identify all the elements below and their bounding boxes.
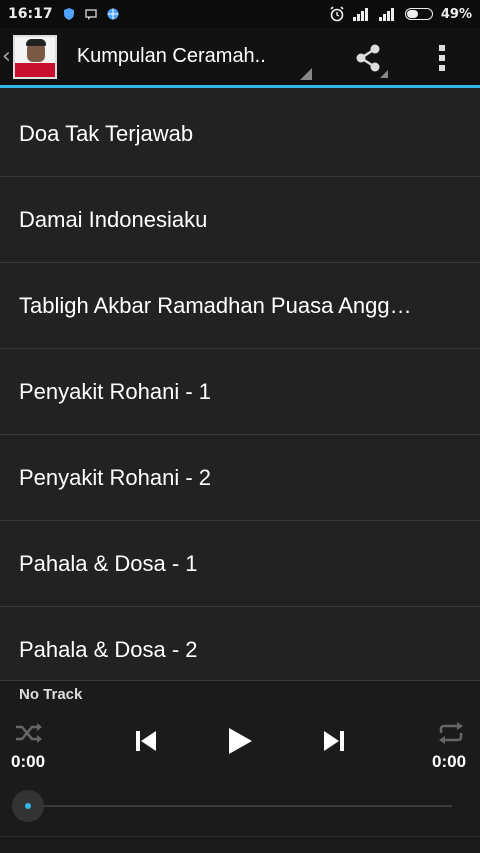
share-dropdown-corner-icon (380, 70, 388, 78)
duration-time: 0:00 (432, 752, 467, 771)
elapsed-time: 0:00 (11, 752, 46, 771)
message-icon (84, 9, 97, 20)
battery-percent: 49% (440, 6, 472, 22)
dropdown-corner-icon (300, 68, 312, 80)
list-item[interactable]: Doa Tak Terjawab (0, 91, 480, 177)
player-panel: No Track 0:00 0:00 (0, 680, 480, 853)
seek-bar[interactable] (28, 805, 452, 807)
previous-button[interactable] (130, 725, 162, 757)
overflow-menu-button[interactable] (420, 28, 464, 88)
track-name: No Track (19, 686, 83, 703)
list-item-label: Penyakit Rohani - 2 (19, 464, 211, 490)
battery-icon (404, 8, 433, 20)
list-item-label: Pahala & Dosa - 1 (19, 550, 198, 576)
shuffle-button[interactable] (12, 719, 46, 747)
up-button[interactable]: ‹ (0, 28, 57, 85)
next-button[interactable] (318, 725, 350, 757)
seek-thumb[interactable] (12, 790, 44, 822)
shuffle-icon (16, 723, 42, 743)
track-list: Doa Tak Terjawab Damai Indonesiaku Tabli… (0, 91, 480, 680)
overflow-menu-icon (439, 45, 445, 51)
list-item-label: Tabligh Akbar Ramadhan Puasa Angg… (19, 292, 412, 318)
alarm-icon (330, 6, 344, 22)
action-bar: ‹ Kumpulan Ceramah.. (0, 28, 480, 88)
list-item[interactable]: Penyakit Rohani - 1 (0, 349, 480, 435)
share-icon (356, 44, 380, 72)
app-icon (12, 34, 57, 79)
play-button[interactable] (222, 723, 258, 759)
list-item[interactable]: Damai Indonesiaku (0, 177, 480, 263)
repeat-button[interactable] (434, 719, 468, 747)
list-item-label: Doa Tak Terjawab (19, 120, 194, 146)
play-icon (229, 728, 252, 754)
list-item-label: Pahala & Dosa - 2 (19, 636, 198, 662)
skip-previous-icon (136, 731, 156, 751)
status-bar: 16:17 49% (0, 0, 480, 28)
chevron-left-icon: ‹ (2, 44, 11, 69)
signal-icon (352, 8, 368, 21)
share-button[interactable] (340, 28, 396, 88)
page-title[interactable]: Kumpulan Ceramah.. (77, 45, 287, 68)
list-item[interactable]: Pahala & Dosa - 2 (0, 607, 480, 680)
skip-next-icon (324, 731, 344, 751)
repeat-icon (439, 722, 463, 744)
list-item-label: Penyakit Rohani - 1 (19, 378, 211, 404)
status-time: 16:17 (8, 6, 53, 22)
signal-icon-2 (378, 8, 394, 21)
list-item[interactable]: Penyakit Rohani - 2 (0, 435, 480, 521)
shield-icon (63, 8, 74, 20)
list-item-label: Damai Indonesiaku (19, 206, 208, 232)
list-item[interactable]: Tabligh Akbar Ramadhan Puasa Angg… (0, 263, 480, 349)
globe-icon (107, 8, 119, 20)
list-item[interactable]: Pahala & Dosa - 1 (0, 521, 480, 607)
